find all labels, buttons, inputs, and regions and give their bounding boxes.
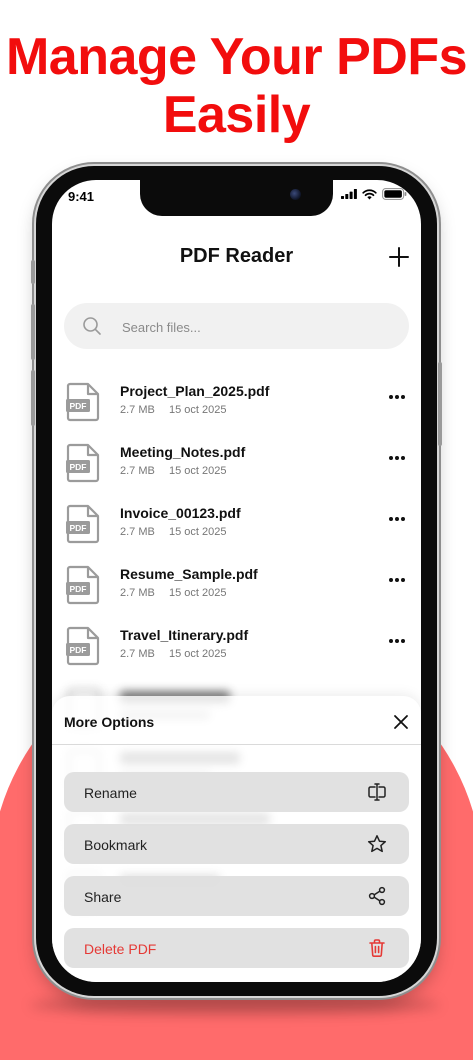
- headline-line-1: Manage Your PDFs: [5, 28, 468, 86]
- camera-icon: [290, 189, 301, 200]
- share-icon: [368, 886, 386, 906]
- file-name: Project_Plan_2025.pdf: [120, 383, 270, 399]
- add-file-icon[interactable]: [388, 246, 410, 268]
- more-options-sheet: More Options Rename Bookmark Share Delet…: [52, 696, 421, 982]
- file-date: 15 oct 2025: [169, 404, 227, 416]
- more-options-icon[interactable]: [387, 636, 407, 646]
- pdf-file-icon: PDF: [66, 443, 100, 483]
- delete-pdf-label: Delete PDF: [84, 941, 157, 957]
- promo-headline: Manage Your PDFs Easily: [0, 28, 473, 144]
- pdf-badge-text: PDF: [70, 462, 87, 472]
- rename-icon: [368, 783, 386, 801]
- battery-icon: [382, 188, 407, 200]
- file-row-5[interactable]: PDF Travel_Itinerary.pdf 2.7 MB 15 oct 2…: [52, 622, 421, 683]
- notch: [140, 180, 333, 216]
- file-date: 15 oct 2025: [169, 587, 227, 599]
- pdf-file-icon: PDF: [66, 504, 100, 544]
- rename-label: Rename: [84, 785, 137, 801]
- status-icons: [341, 188, 407, 200]
- file-date: 15 oct 2025: [169, 465, 227, 477]
- volume-up-button: [31, 304, 35, 360]
- file-size: 2.7 MB: [120, 404, 155, 416]
- pdf-file-icon: PDF: [66, 626, 100, 666]
- file-date: 15 oct 2025: [169, 526, 227, 538]
- pdf-badge-text: PDF: [70, 523, 87, 533]
- phone-screen: 9:41 PDF Reader Search files... PDF Proj…: [52, 180, 421, 982]
- signal-icon: [341, 189, 357, 199]
- share-label: Share: [84, 889, 122, 905]
- power-button: [438, 362, 442, 446]
- search-bar: [64, 303, 409, 351]
- file-row-2[interactable]: PDF Meeting_Notes.pdf 2.7 MB 15 oct 2025: [52, 439, 421, 500]
- search-input[interactable]: [120, 303, 394, 351]
- volume-down-button: [31, 370, 35, 426]
- close-icon[interactable]: [393, 714, 409, 730]
- sheet-title: More Options: [64, 714, 155, 730]
- file-row-4[interactable]: PDF Resume_Sample.pdf 2.7 MB 15 oct 2025: [52, 561, 421, 622]
- file-row-3[interactable]: PDF Invoice_00123.pdf 2.7 MB 15 oct 2025: [52, 500, 421, 561]
- search-icon: [83, 317, 101, 335]
- star-icon: [367, 835, 387, 853]
- more-options-icon[interactable]: [387, 575, 407, 585]
- app-title: PDF Reader: [179, 245, 294, 267]
- phone-shadow: [30, 995, 440, 1015]
- file-name: Resume_Sample.pdf: [120, 566, 258, 582]
- delete-pdf-button[interactable]: Delete PDF: [64, 928, 409, 968]
- status-time: 9:41: [68, 189, 95, 204]
- file-size: 2.7 MB: [120, 465, 155, 477]
- bookmark-label: Bookmark: [84, 837, 148, 853]
- file-size: 2.7 MB: [120, 526, 155, 538]
- more-options-icon[interactable]: [387, 514, 407, 524]
- sheet-divider: [52, 744, 421, 745]
- file-name: Travel_Itinerary.pdf: [120, 627, 249, 643]
- file-date: 15 oct 2025: [169, 648, 227, 660]
- mute-switch: [31, 260, 35, 284]
- bookmark-button[interactable]: Bookmark: [64, 824, 409, 864]
- file-row-1[interactable]: PDF Project_Plan_2025.pdf 2.7 MB 15 oct …: [52, 378, 421, 439]
- more-options-icon[interactable]: [387, 392, 407, 402]
- wifi-icon: [362, 188, 377, 199]
- pdf-file-icon: PDF: [66, 565, 100, 605]
- more-options-icon[interactable]: [387, 453, 407, 463]
- file-size: 2.7 MB: [120, 648, 155, 660]
- pdf-badge-text: PDF: [70, 645, 87, 655]
- headline-line-2: Easily: [162, 86, 311, 144]
- pdf-badge-text: PDF: [70, 401, 87, 411]
- share-button[interactable]: Share: [64, 876, 409, 916]
- trash-icon: [369, 939, 385, 958]
- file-name: Meeting_Notes.pdf: [120, 444, 246, 460]
- rename-button[interactable]: Rename: [64, 772, 409, 812]
- phone-frame: 9:41 PDF Reader Search files... PDF Proj…: [31, 166, 442, 996]
- file-name: Invoice_00123.pdf: [120, 505, 241, 521]
- pdf-file-icon: PDF: [66, 382, 100, 422]
- pdf-badge-text: PDF: [70, 584, 87, 594]
- file-size: 2.7 MB: [120, 587, 155, 599]
